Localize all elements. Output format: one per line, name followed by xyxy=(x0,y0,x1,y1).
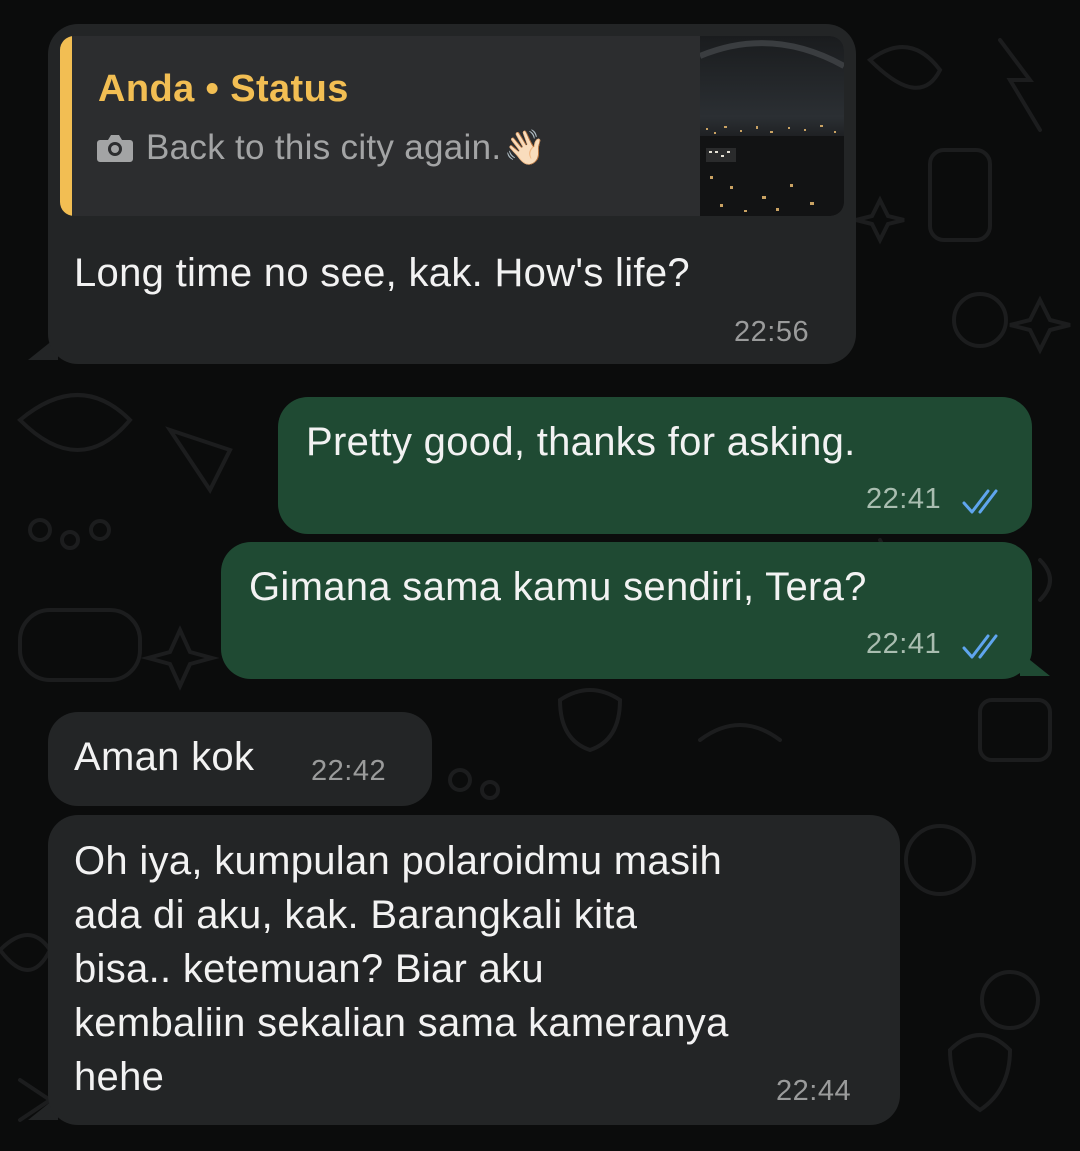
outgoing-bubble-tail xyxy=(1020,652,1050,676)
status-thumbnail-image[interactable] xyxy=(700,36,844,216)
message-text: Long time no see, kak. How's life? xyxy=(74,251,690,295)
message-text-line: hehe xyxy=(74,1055,165,1099)
message-bubble-incoming[interactable]: Anda • Status Back to this city again. 👋… xyxy=(48,24,856,364)
message-text: Aman kok xyxy=(74,735,255,779)
message-text-line: Oh iya, kumpulan polaroidmu masih xyxy=(74,839,722,883)
double-check-read-icon xyxy=(962,634,998,659)
message-text: Gimana sama kamu sendiri, Tera? xyxy=(249,565,867,609)
quoted-status-reply[interactable]: Anda • Status Back to this city again. 👋… xyxy=(60,36,844,216)
message-bubble-outgoing[interactable]: Pretty good, thanks for asking. 22:41 xyxy=(278,397,1032,534)
quote-author-label: Anda • Status xyxy=(98,68,349,110)
message-text-line: ada di aku, kak. Barangkali kita xyxy=(74,893,638,937)
message-bubble-incoming[interactable]: Oh iya, kumpulan polaroidmu masih ada di… xyxy=(48,815,900,1125)
message-text-line: bisa.. ketemuan? Biar aku xyxy=(74,947,544,991)
message-timestamp: 22:41 xyxy=(866,483,942,515)
message-timestamp: 22:41 xyxy=(866,628,942,660)
message-timestamp: 22:42 xyxy=(311,755,387,787)
message-text: Pretty good, thanks for asking. xyxy=(306,420,856,464)
message-text-line: kembaliin sekalian sama kameranya xyxy=(74,1001,729,1045)
message-bubble-incoming[interactable]: Aman kok 22:42 xyxy=(48,712,432,806)
quote-caption-text: Back to this city again. xyxy=(146,128,502,167)
double-check-read-icon xyxy=(962,489,998,514)
camera-icon xyxy=(97,135,133,162)
waving-hand-icon: 👋🏻 xyxy=(503,129,547,167)
message-timestamp: 22:56 xyxy=(734,316,810,348)
city-night-photo xyxy=(700,36,844,216)
quote-accent-bar xyxy=(60,36,72,216)
quote-caption: Back to this city again. 👋🏻 xyxy=(96,128,546,168)
message-bubble-outgoing[interactable]: Gimana sama kamu sendiri, Tera? 22:41 xyxy=(221,542,1032,679)
message-timestamp: 22:44 xyxy=(776,1075,852,1107)
